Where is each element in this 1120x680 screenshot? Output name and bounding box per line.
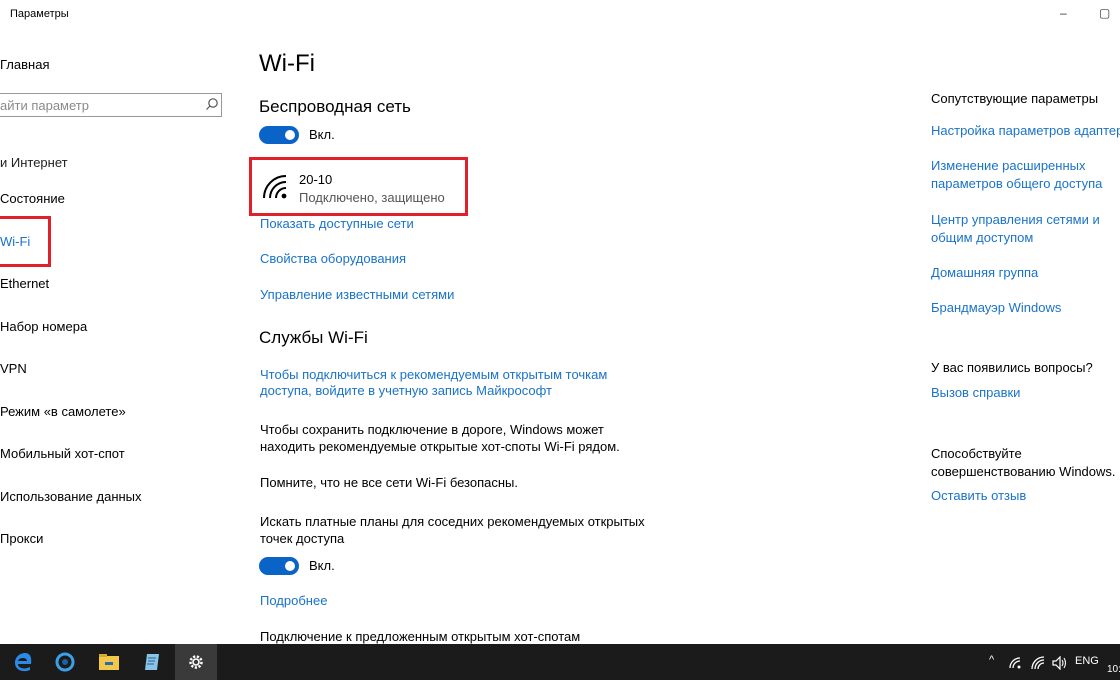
- firewall-link[interactable]: Брандмауэр Windows: [931, 299, 1061, 317]
- wifi-toggle-label: Вкл.: [309, 127, 335, 142]
- paid-plans-toggle[interactable]: [259, 557, 299, 575]
- toggle-knob: [285, 561, 295, 571]
- minimize-button[interactable]: –: [1060, 6, 1067, 20]
- adapter-settings-link[interactable]: Настройка параметров адаптера: [931, 122, 1120, 140]
- network-status: Подключено, защищено: [299, 190, 445, 205]
- paid-plans-line1: Искать платные планы для соседних рекоме…: [260, 514, 645, 529]
- sidebar-section-label: и Интернет: [0, 155, 68, 170]
- improve-line2: совершенствованию Windows.: [931, 464, 1116, 479]
- taskbar-explorer[interactable]: [88, 644, 130, 680]
- language-indicator[interactable]: ENG: [1075, 655, 1099, 667]
- sidebar-item-proxy[interactable]: Прокси: [0, 531, 43, 546]
- questions-heading: У вас появились вопросы?: [931, 360, 1093, 375]
- network-name[interactable]: 20-10: [299, 172, 332, 187]
- taskbar-notepad[interactable]: [131, 644, 173, 680]
- title-bar: Параметры – ▢: [0, 0, 1120, 30]
- sidebar-item-dialup[interactable]: Набор номера: [0, 319, 87, 334]
- wifi-signal-icon[interactable]: [262, 174, 288, 200]
- sidebar-home[interactable]: Главная: [0, 57, 49, 72]
- related-settings-heading: Сопутствующие параметры: [931, 91, 1099, 106]
- taskbar-settings[interactable]: [175, 644, 217, 680]
- learn-more-link[interactable]: Подробнее: [260, 593, 327, 608]
- network-center-line2: общим доступом: [931, 230, 1034, 245]
- network-status-icon[interactable]: [1008, 656, 1024, 670]
- wifi-toggle[interactable]: [259, 126, 299, 144]
- homegroup-link[interactable]: Домашняя группа: [931, 264, 1038, 282]
- open-hotspot-connect-label: Подключение к предложенным открытым хот-…: [260, 629, 581, 644]
- hotspot-info-line1: Чтобы сохранить подключение в дороге, Wi…: [260, 422, 604, 437]
- sidebar-item-status[interactable]: Состояние: [0, 191, 65, 206]
- search-icon[interactable]: [205, 97, 219, 111]
- volume-icon[interactable]: [1052, 656, 1068, 670]
- wifi-tray-icon[interactable]: [1031, 656, 1045, 670]
- services-heading: Службы Wi-Fi: [259, 328, 368, 347]
- settings-icon: [189, 655, 203, 669]
- sharing-options-link[interactable]: Изменение расширенных параметров общего …: [931, 157, 1102, 193]
- notepad-icon: [145, 654, 159, 670]
- wireless-heading: Беспроводная сеть: [259, 97, 411, 116]
- signin-link-line2: доступа, войдите в учетную запись Майкро…: [260, 383, 552, 398]
- security-warning: Помните, что не все сети Wi-Fi безопасны…: [260, 475, 519, 490]
- search-placeholder: айти параметр: [0, 98, 89, 113]
- paid-plans-label: Искать платные планы для соседних рекоме…: [260, 513, 645, 547]
- sidebar-item-airplane[interactable]: Режим «в самолете»: [0, 404, 126, 419]
- sidebar-item-hotspot[interactable]: Мобильный хот-спот: [0, 446, 125, 461]
- window-title: Параметры: [10, 8, 69, 20]
- hotspot-info-line2: находить рекомендуемые открытые хот-спот…: [260, 439, 620, 454]
- restore-button[interactable]: ▢: [1099, 6, 1110, 20]
- sidebar-item-ethernet[interactable]: Ethernet: [0, 276, 49, 291]
- hotspot-info: Чтобы сохранить подключение в дороге, Wi…: [260, 421, 620, 455]
- edge-icon: [15, 653, 32, 672]
- highlight-box-wifi: [0, 216, 51, 267]
- paid-plans-line2: точек доступа: [260, 531, 345, 546]
- toggle-knob: [285, 130, 295, 140]
- sharing-options-line1: Изменение расширенных: [931, 158, 1086, 173]
- sharing-options-line2: параметров общего доступа: [931, 176, 1103, 191]
- page-title: Wi-Fi: [259, 50, 315, 77]
- feedback-link[interactable]: Оставить отзыв: [931, 487, 1026, 505]
- show-networks-link[interactable]: Показать доступные сети: [260, 216, 414, 231]
- sidebar-item-data-usage[interactable]: Использование данных: [0, 489, 142, 504]
- manage-networks-link[interactable]: Управление известными сетями: [260, 287, 454, 302]
- paid-plans-toggle-label: Вкл.: [309, 558, 335, 573]
- hardware-properties-link[interactable]: Свойства оборудования: [260, 251, 406, 266]
- tray-chevron-icon[interactable]: ^: [989, 654, 994, 666]
- taskbar-browser[interactable]: [44, 644, 86, 680]
- clock[interactable]: 10:: [1107, 664, 1120, 675]
- signin-link[interactable]: Чтобы подключиться к рекомендуемым откры…: [260, 367, 607, 398]
- network-center-line1: Центр управления сетями и: [931, 212, 1100, 227]
- improve-line1: Способствуйте: [931, 446, 1022, 461]
- file-explorer-icon: [99, 654, 119, 670]
- sidebar-item-vpn[interactable]: VPN: [0, 361, 27, 376]
- network-center-link[interactable]: Центр управления сетями и общим доступом: [931, 211, 1100, 247]
- browser-icon: [55, 652, 75, 672]
- taskbar-edge[interactable]: [2, 644, 44, 680]
- signin-link-line1: Чтобы подключиться к рекомендуемым откры…: [260, 367, 608, 382]
- get-help-link[interactable]: Вызов справки: [931, 384, 1020, 402]
- improve-windows-text: Способствуйте совершенствованию Windows.: [931, 445, 1116, 481]
